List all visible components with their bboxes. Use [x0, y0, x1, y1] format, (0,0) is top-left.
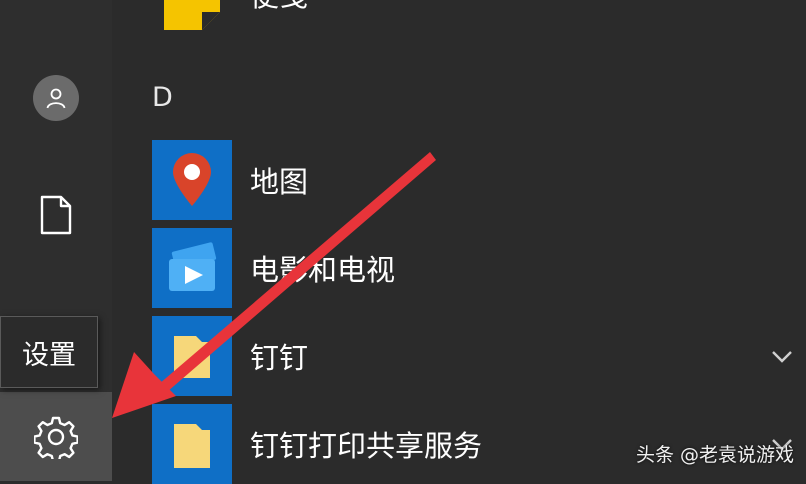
maps-icon [173, 153, 211, 206]
documents-button[interactable] [0, 182, 112, 248]
folder-icon [174, 424, 210, 468]
list-item-movies-tv[interactable]: 电影和电视 [152, 228, 792, 308]
section-header-d[interactable]: D [152, 82, 173, 113]
avatar [33, 75, 79, 121]
list-item-dingtalk[interactable]: 钉钉 [152, 316, 792, 396]
app-label: 钉钉 [250, 341, 309, 375]
list-item-sticky-notes[interactable]: 便笺 [152, 0, 792, 34]
movies-tv-icon [169, 242, 217, 291]
user-icon [46, 88, 66, 109]
chevron-down-icon[interactable] [766, 340, 798, 372]
watermark: 头条 @老袁说游戏 [635, 444, 794, 466]
sticky-notes-icon [164, 0, 220, 30]
app-label: 电影和电视 [250, 253, 396, 287]
folder-tile [152, 316, 232, 396]
document-icon [40, 195, 72, 235]
gear-icon [34, 416, 78, 459]
folder-tile [152, 404, 232, 484]
start-menu-rail: 设置 [0, 0, 112, 481]
app-label: 地图 [250, 165, 309, 199]
list-item-maps[interactable]: 地图 [152, 140, 792, 220]
app-label: 便笺 [250, 0, 308, 34]
movies-tv-tile [152, 228, 232, 308]
settings-tooltip: 设置 [0, 316, 98, 388]
settings-button[interactable] [0, 392, 112, 481]
user-account-button[interactable] [0, 66, 112, 130]
app-list: 便笺 D 地图 电影和电视 钉钉 [112, 0, 806, 484]
maps-tile [152, 140, 232, 220]
app-label: 钉钉打印共享服务 [250, 429, 483, 463]
folder-icon [174, 336, 210, 378]
sticky-notes-tile [152, 0, 232, 34]
